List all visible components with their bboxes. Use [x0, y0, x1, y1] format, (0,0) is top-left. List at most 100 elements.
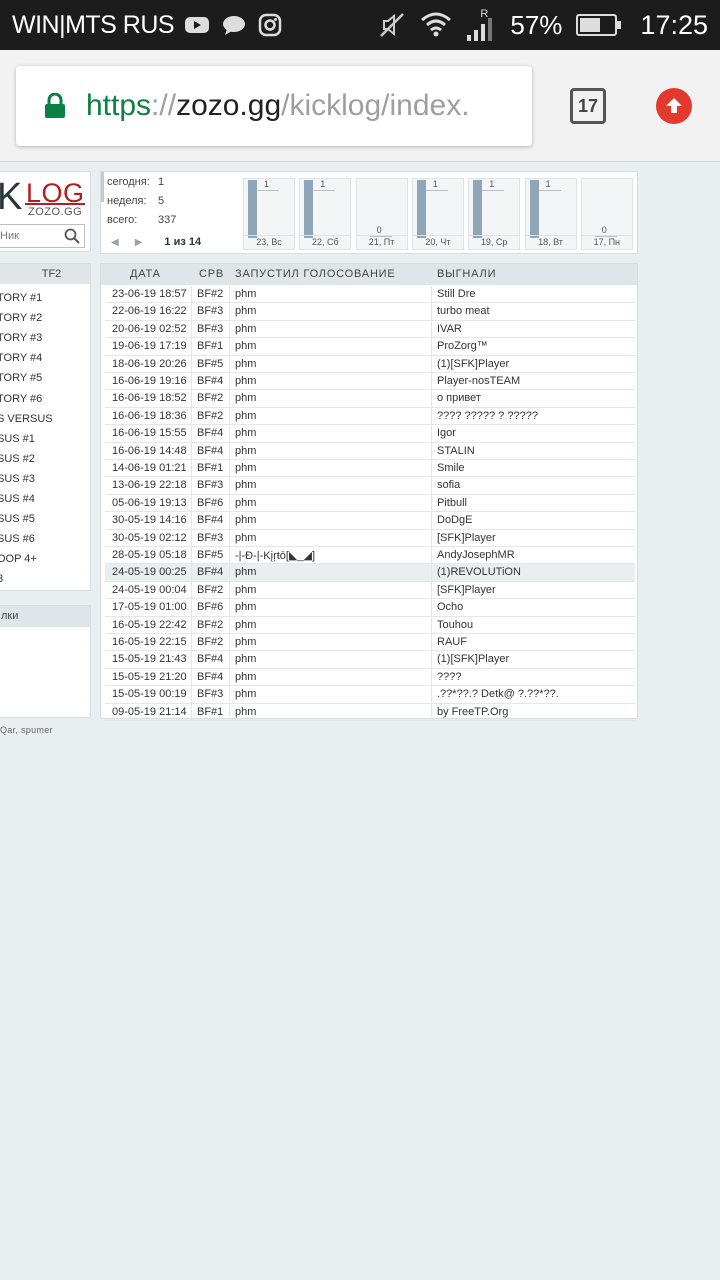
row-initiator[interactable]: phm: [235, 584, 430, 596]
table-row[interactable]: 14-06-19 01:21 BF#1 phm Smile: [105, 460, 635, 478]
col-kicked[interactable]: ВЫГНАЛИ: [437, 268, 496, 280]
update-button[interactable]: [656, 88, 692, 124]
row-kicked[interactable]: Smile: [437, 462, 635, 474]
table-row[interactable]: 18-06-19 20:26 BF#5 phm (1)[SFK]Player: [105, 355, 635, 373]
table-row[interactable]: 16-06-19 18:36 BF#2 phm ???? ????? ? ?????: [105, 407, 635, 426]
day-bar[interactable]: 0 17, Пн: [580, 178, 633, 250]
col-server[interactable]: СРВ: [199, 268, 224, 280]
search-icon[interactable]: [64, 228, 80, 244]
sidebar-item[interactable]: TORY #1: [0, 292, 42, 304]
row-initiator[interactable]: phm: [235, 514, 430, 526]
row-kicked[interactable]: .??*??.? Detk@ ?.??*??.: [437, 688, 635, 700]
row-kicked[interactable]: ????: [437, 671, 635, 683]
table-row[interactable]: 16-05-19 22:15 BF#2 phm RAUF: [105, 634, 635, 652]
sidebar-item[interactable]: SUS #2: [0, 453, 35, 465]
table-row[interactable]: 15-05-19 21:43 BF#4 phm (1)[SFK]Player: [105, 651, 635, 669]
table-row[interactable]: 16-05-19 22:42 BF#2 phm Touhou: [105, 616, 635, 634]
table-row[interactable]: 23-06-19 18:57 BF#2 phm Still Dre: [105, 286, 635, 304]
next-arrow-icon[interactable]: ▶: [135, 237, 143, 248]
table-row[interactable]: 16-06-19 18:52 BF#2 phm о привет: [105, 390, 635, 408]
row-initiator[interactable]: phm: [235, 340, 430, 352]
day-bar[interactable]: 1 18, Вт: [524, 178, 577, 250]
sidebar-item[interactable]: SUS #3: [0, 473, 35, 485]
row-kicked[interactable]: AndyJosephMR: [437, 549, 635, 561]
row-initiator[interactable]: -|-Ð-|-Kįŗŧō[◣_◢]: [235, 549, 430, 562]
row-kicked[interactable]: STALIN: [437, 445, 635, 457]
table-row[interactable]: 24-05-19 00:04 BF#2 phm [SFK]Player: [105, 581, 635, 600]
row-initiator[interactable]: phm: [235, 427, 430, 439]
sidebar-item[interactable]: TORY #6: [0, 393, 42, 405]
row-initiator[interactable]: phm: [235, 566, 430, 578]
table-row[interactable]: 13-06-19 22:18 BF#3 phm sofia: [105, 477, 635, 495]
day-bar[interactable]: 1 19, Ср: [468, 178, 521, 250]
row-kicked[interactable]: IVAR: [437, 323, 635, 335]
table-row[interactable]: 19-06-19 17:19 BF#1 phm ProZorg™: [105, 338, 635, 356]
row-kicked[interactable]: Touhou: [437, 619, 635, 631]
tab-switcher-button[interactable]: 17: [570, 88, 606, 124]
table-row[interactable]: 17-05-19 01:00 BF#6 phm Ocho: [105, 599, 635, 617]
table-row[interactable]: 28-05-19 05:18 BF#5 -|-Ð-|-Kįŗŧō[◣_◢] AndyJ…: [105, 547, 635, 565]
table-row[interactable]: 09-05-19 21:14 BF#1 phm by FreeTP.Org: [105, 703, 635, 721]
row-kicked[interactable]: [SFK]Player: [437, 532, 635, 544]
row-initiator[interactable]: phm: [235, 653, 430, 665]
row-kicked[interactable]: Ocho: [437, 601, 635, 613]
table-row[interactable]: 30-05-19 02:12 BF#3 phm [SFK]Player: [105, 529, 635, 547]
row-initiator[interactable]: phm: [235, 532, 430, 544]
day-bar[interactable]: 1 20, Чт: [411, 178, 464, 250]
row-kicked[interactable]: Pitbull: [437, 497, 635, 509]
sidebar-item[interactable]: TORY #2: [0, 312, 42, 324]
sidebar-item[interactable]: TORY #5: [0, 372, 42, 384]
row-kicked[interactable]: by FreeTP.Org: [437, 706, 635, 718]
table-row[interactable]: 15-05-19 21:20 BF#4 phm????: [105, 668, 635, 687]
col-initiator[interactable]: ЗАПУСТИЛ ГОЛОСОВАНИЕ: [235, 268, 396, 280]
row-initiator[interactable]: phm: [235, 375, 430, 387]
row-initiator[interactable]: phm: [235, 497, 430, 509]
sidebar-item[interactable]: TORY #3: [0, 332, 42, 344]
row-kicked[interactable]: (1)REVOLUTiON: [437, 566, 635, 578]
sidebar-item[interactable]: SUS #4: [0, 493, 35, 505]
nick-search-input[interactable]: Ник: [0, 224, 85, 248]
row-initiator[interactable]: phm: [235, 636, 430, 648]
row-kicked[interactable]: Igor: [437, 427, 635, 439]
table-row[interactable]: 16-06-19 19:16 BF#4 phm Player-nosTEAM: [105, 373, 635, 391]
table-row[interactable]: 05-06-19 19:13 BF#6 phm Pitbull: [105, 494, 635, 513]
row-initiator[interactable]: phm: [235, 305, 430, 317]
row-initiator[interactable]: phm: [235, 392, 430, 404]
row-initiator[interactable]: phm: [235, 358, 430, 370]
row-initiator[interactable]: phm: [235, 445, 430, 457]
row-kicked[interactable]: sofia: [437, 479, 635, 491]
col-date[interactable]: ДАТА: [130, 268, 161, 280]
row-initiator[interactable]: phm: [235, 671, 430, 683]
day-bar[interactable]: 0 21, Пт: [355, 178, 408, 250]
sidebar-item[interactable]: S VERSUS: [0, 413, 53, 425]
table-row[interactable]: 20-06-19 02:52 BF#3 phm IVAR: [105, 320, 635, 339]
sidebar-item[interactable]: SUS #1: [0, 433, 35, 445]
table-row[interactable]: 22-06-19 16:22 BF#3 phm turbo meat: [105, 303, 635, 321]
row-kicked[interactable]: [SFK]Player: [437, 584, 635, 596]
row-initiator[interactable]: phm: [235, 688, 430, 700]
table-row[interactable]: 16-06-19 14:48 BF#4 phm STALIN: [105, 442, 635, 460]
row-initiator[interactable]: phm: [235, 706, 430, 718]
sidebar-item[interactable]: TORY #4: [0, 352, 42, 364]
sidebar-item[interactable]: SUS #5: [0, 513, 35, 525]
row-kicked[interactable]: (1)[SFK]Player: [437, 358, 635, 370]
row-kicked[interactable]: ProZorg™: [437, 340, 635, 352]
row-initiator[interactable]: phm: [235, 601, 430, 613]
row-kicked[interactable]: Still Dre: [437, 288, 635, 300]
row-initiator[interactable]: phm: [235, 323, 430, 335]
table-row[interactable]: 24-05-19 00:25 BF#4 phm (1)REVOLUTiON: [105, 564, 635, 582]
row-kicked[interactable]: turbo meat: [437, 305, 635, 317]
sidebar-item[interactable]: OOP 4+: [0, 553, 37, 565]
row-kicked[interactable]: о привет: [437, 392, 635, 404]
table-row[interactable]: 15-05-19 00:19 BF#3 phm .??*??.? Detk@ ?.??…: [105, 686, 635, 704]
row-kicked[interactable]: Player-nosTEAM: [437, 375, 635, 387]
address-bar[interactable]: https://zozo.gg/kicklog/index.: [16, 66, 532, 146]
day-bar[interactable]: 1 22, Сб: [299, 178, 352, 250]
row-kicked[interactable]: RAUF: [437, 636, 635, 648]
row-initiator[interactable]: phm: [235, 410, 430, 422]
sidebar-item[interactable]: 3: [0, 573, 3, 585]
row-initiator[interactable]: phm: [235, 462, 430, 474]
sidebar-item[interactable]: SUS #6: [0, 533, 35, 545]
table-row[interactable]: 16-06-19 15:55 BF#4 phm Igor: [105, 425, 635, 443]
row-kicked[interactable]: DoDgE: [437, 514, 635, 526]
